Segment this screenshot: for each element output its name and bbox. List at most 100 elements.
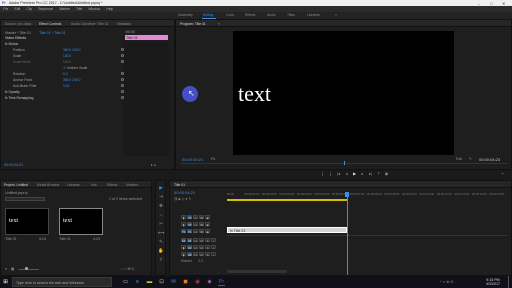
tab-program-monitor[interactable]: Program: Title 01: [180, 22, 206, 26]
source-patch-icon[interactable]: V1: [181, 228, 186, 233]
step-back-icon[interactable]: ◂: [344, 171, 349, 176]
motion-effect-label[interactable]: fx Motion: [5, 42, 18, 46]
windows-start-icon[interactable]: ⊞: [2, 279, 9, 286]
add-button-icon[interactable]: +: [500, 171, 505, 176]
rotation-stopwatch-icon[interactable]: [121, 72, 124, 75]
go-to-out-icon[interactable]: ▸|: [368, 171, 373, 176]
mic-icon[interactable]: ♪: [211, 251, 216, 256]
menu-title[interactable]: Title: [76, 7, 82, 11]
tab-timeline-sequence[interactable]: Title 01: [174, 183, 185, 187]
source-patch-icon[interactable]: A1: [181, 237, 186, 242]
razor-tool-icon[interactable]: ✂: [158, 221, 164, 227]
system-tray-icons[interactable]: ^ ♫ ⊕ ✉: [440, 280, 470, 284]
effect-controls-timecode[interactable]: 00:00:04:21: [4, 163, 34, 167]
menu-window[interactable]: Window: [88, 7, 100, 11]
show-desktop-button[interactable]: [508, 276, 512, 288]
project-item-name[interactable]: Title 01: [5, 237, 25, 241]
zoom-slider[interactable]: [19, 268, 39, 270]
anchor-point-value[interactable]: 360.0 240.0: [63, 78, 80, 82]
track-eye-icon[interactable]: ◉: [205, 221, 210, 226]
menu-marker[interactable]: Marker: [59, 7, 70, 11]
track-sync-icon[interactable]: ⇆: [199, 228, 204, 233]
rate-stretch-tool-icon[interactable]: ⇔: [158, 212, 164, 218]
position-value[interactable]: 360.0 240.0: [63, 48, 80, 52]
scale-width-stopwatch-icon[interactable]: [121, 60, 124, 63]
scale-stopwatch-icon[interactable]: [121, 54, 124, 57]
tab-effects[interactable]: Effects: [107, 183, 117, 187]
track-lock-icon[interactable]: ⊡: [193, 228, 198, 233]
rotation-value[interactable]: 0.0: [63, 72, 68, 76]
tab-source[interactable]: Source: (no clips): [5, 22, 31, 26]
workspace-tab-color[interactable]: Color: [226, 13, 234, 17]
mark-in-icon[interactable]: {: [320, 171, 325, 176]
workspace-tab-titles[interactable]: Titles: [287, 13, 295, 17]
mute-button[interactable]: M: [199, 244, 204, 249]
ripple-edit-tool-icon[interactable]: ✥: [158, 203, 164, 209]
opacity-stopwatch-icon[interactable]: [121, 90, 124, 93]
track-lock-icon[interactable]: ⊡: [193, 244, 198, 249]
mark-out-icon[interactable]: }: [328, 171, 333, 176]
track-eye-icon[interactable]: ◉: [205, 228, 210, 233]
task-view-icon[interactable]: ▭: [122, 279, 129, 286]
timeline-scrollbar[interactable]: [227, 270, 287, 273]
source-patch-icon[interactable]: ▮: [181, 251, 186, 256]
track-lock-icon[interactable]: ⊡: [193, 221, 198, 226]
mute-button[interactable]: M: [199, 237, 204, 242]
tab-libraries[interactable]: Libraries: [67, 183, 80, 187]
premiere-taskbar-icon[interactable]: Pr: [218, 279, 225, 286]
track-lock-icon[interactable]: ⊡: [193, 214, 198, 219]
tab-info[interactable]: Info: [91, 183, 97, 187]
workspace-tab-audio[interactable]: Audio: [267, 13, 276, 17]
menu-edit[interactable]: Edit: [14, 7, 20, 11]
edge-browser-icon[interactable]: e: [134, 279, 141, 286]
workspace-tab-assembly[interactable]: Assembly: [178, 13, 193, 17]
mic-icon[interactable]: ♪: [211, 237, 216, 242]
menu-file[interactable]: File: [3, 7, 8, 11]
store-icon[interactable]: ⊡: [158, 279, 165, 286]
mini-timeline-clip[interactable]: Title 01: [125, 35, 168, 40]
app-icon-3[interactable]: ◆: [206, 279, 213, 286]
track-target-a3[interactable]: A3: [187, 251, 192, 256]
workspace-tab-editing[interactable]: Editing: [203, 13, 213, 17]
track-target-v3[interactable]: V3: [187, 214, 192, 219]
tab-effect-controls[interactable]: Effect Controls: [39, 22, 61, 26]
timeline-timecode[interactable]: 00:00:04:21: [174, 190, 195, 195]
source-patch-icon[interactable]: ▮: [181, 244, 186, 249]
mini-timeline-area[interactable]: [123, 41, 169, 156]
track-select-tool-icon[interactable]: ⇥: [158, 194, 164, 200]
solo-button[interactable]: S: [205, 244, 210, 249]
track-target-v1[interactable]: V1: [187, 228, 192, 233]
tab-project[interactable]: Project: Untitled: [4, 183, 28, 187]
anchor-stopwatch-icon[interactable]: [121, 78, 124, 81]
scale-width-value[interactable]: 100.0: [63, 60, 71, 64]
title-clip-v1[interactable]: fx Title 01: [227, 227, 347, 233]
play-button[interactable]: ▶: [352, 171, 357, 176]
hand-tool-icon[interactable]: ✋: [158, 248, 164, 254]
menu-help[interactable]: Help: [106, 7, 113, 11]
tab-metadata[interactable]: Metadata: [117, 22, 131, 26]
opacity-effect-label[interactable]: fx Opacity: [5, 90, 20, 94]
source-patch-icon[interactable]: ▮: [181, 214, 186, 219]
menu-sequence[interactable]: Sequence: [38, 7, 53, 11]
track-lock-icon[interactable]: ⊡: [193, 251, 198, 256]
effect-panel-buttons-icon[interactable]: ▸ ◂: [151, 163, 171, 167]
timeline-playhead-line[interactable]: [346, 197, 348, 275]
wrench-icon[interactable]: ✎: [469, 157, 474, 161]
export-frame-icon[interactable]: ◉: [384, 171, 389, 176]
program-playhead[interactable]: [344, 161, 345, 165]
solo-button[interactable]: S: [205, 237, 210, 242]
fit-zoom-select[interactable]: Fit: [211, 157, 221, 161]
step-forward-icon[interactable]: ▸: [360, 171, 365, 176]
slip-tool-icon[interactable]: ⟷: [158, 230, 164, 236]
tab-media-browser[interactable]: Media Browser: [37, 183, 60, 187]
program-timecode[interactable]: 00:00:04:21: [182, 157, 203, 162]
go-to-in-icon[interactable]: |◂: [336, 171, 341, 176]
app-icon-2[interactable]: ◉: [194, 279, 201, 286]
workspace-tab-libraries[interactable]: Libraries: [307, 13, 320, 17]
scale-value[interactable]: 100.0: [63, 54, 71, 58]
track-target-a2[interactable]: A2: [187, 244, 192, 249]
clock-time[interactable]: 9:15 PM: [478, 278, 508, 282]
timeline-tools-icons[interactable]: ⇶ ◈ ◇ ▾ ✎: [174, 197, 224, 201]
mute-button[interactable]: M: [199, 251, 204, 256]
clock-date[interactable]: 4/3/2017: [478, 282, 508, 286]
